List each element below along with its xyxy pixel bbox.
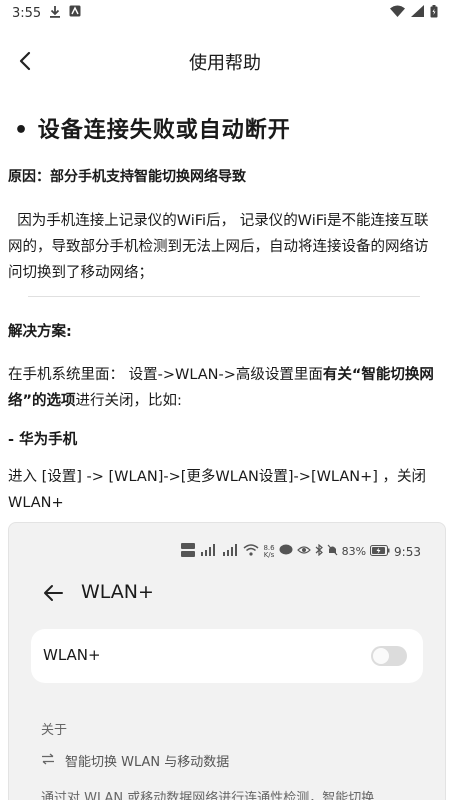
wlan-plus-card: WLAN+ [31,629,423,683]
net-speed: 8.6 K/s [263,544,275,559]
eye-icon [296,545,311,558]
embed-status-bar: 8.6 K/s 83% 9:53 [181,543,421,560]
bluetooth-icon [315,543,323,559]
app-bar: 使用帮助 [0,38,450,86]
signal-icon [411,5,424,21]
example-screenshot: 8.6 K/s 83% 9:53 WLAN+ WLAN+ 关于 智能切换 WLA… [8,522,446,800]
reason-text: 原因：部分手机支持智能切换网络导致 [8,169,246,185]
brand-title: - 华为手机 [8,432,78,448]
instruction-text: 进入 [设置] -> [WLAN]->[更多WLAN设置]->[WLAN+] ，… [8,469,427,511]
wifi-icon [243,544,259,559]
back-button[interactable] [10,48,40,78]
app-notification-icon [69,5,81,21]
solution-text-prefix: 在手机系统里面： 设置->WLAN->高级设置里面 [8,367,323,383]
wlan-plus-toggle [371,646,407,666]
battery-charging-icon [370,544,390,559]
mute-bell-icon [327,544,338,559]
about-label: 关于 [41,723,68,738]
toggle-knob [373,648,389,664]
page-title: 使用帮助 [189,53,261,74]
download-icon [49,5,61,22]
embed-battery-level: 83% [341,545,367,558]
chat-bubble-icon [279,544,293,559]
divider [28,296,420,297]
feature-description: 通过对 WLAN 或移动数据网络进行连通性检测，智能切换 [41,791,375,800]
status-bar: 3:55 [0,0,450,26]
switch-arrows-icon [41,753,55,769]
wlan-plus-label: WLAN+ [43,646,101,664]
feature-row: 智能切换 WLAN 与移动数据 [41,751,229,770]
hd-badge-icon [181,543,196,560]
embed-time: 9:53 [394,544,421,559]
chevron-left-icon [18,51,32,75]
solution-text: 在手机系统里面： 设置->WLAN->高级设置里面有关“智能切换网络”的选项进行… [8,362,442,414]
feature-label: 智能切换 WLAN 与移动数据 [65,755,230,770]
solution-text-suffix: 进行关闭，比如: [75,393,182,409]
section-title: • 设备连接失败或自动断开 [14,118,291,143]
signal-4g-icon [221,544,239,559]
wifi-icon [390,5,405,21]
status-time: 3:55 [12,5,42,21]
solution-title: 解决方案: [8,324,72,340]
embed-back-arrow-icon [41,581,65,605]
battery-icon [430,4,438,22]
signal-5g-icon [199,544,217,559]
explanation-paragraph: 因为手机连接上记录仪的WiFi后， 记录仪的WiFi是不能连接互联网的，导致部分… [8,213,429,281]
net-speed-unit: K/s [263,550,275,559]
embed-title: WLAN+ [81,581,154,603]
